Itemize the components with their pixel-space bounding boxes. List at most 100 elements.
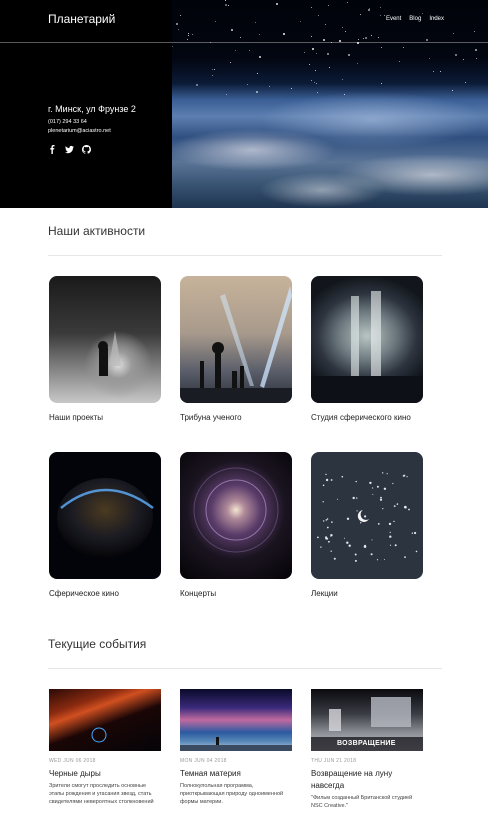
- constellation-star: [396, 503, 399, 505]
- constellation-star: [403, 474, 406, 477]
- star: [310, 79, 312, 81]
- constellation-star: [346, 541, 349, 544]
- constellation-star: [389, 531, 391, 533]
- email-link[interactable]: plenetarium@aciastro.net: [48, 128, 111, 134]
- site-title[interactable]: Планетарий: [48, 12, 115, 26]
- star: [179, 14, 181, 16]
- star: [475, 57, 477, 59]
- star: [176, 23, 179, 26]
- constellation-star: [376, 559, 379, 561]
- constellation-star: [394, 544, 397, 547]
- star: [473, 30, 475, 32]
- planet-image: [49, 452, 161, 579]
- moon-return-image: ВОЗВРАЩЕНИЕ: [311, 689, 423, 751]
- star: [239, 37, 241, 39]
- dome-studio-image: [311, 276, 423, 403]
- star: [344, 31, 346, 33]
- star: [225, 3, 228, 6]
- constellation-star: [411, 532, 414, 534]
- star: [227, 4, 229, 6]
- activity-card-lectures[interactable]: Лекции: [311, 452, 423, 600]
- concert-image: [180, 452, 292, 579]
- constellation-star: [325, 478, 329, 482]
- constellation-star: [370, 553, 373, 556]
- event-card[interactable]: WED JUN 06 2018 Черные дыры Зрители смог…: [49, 689, 161, 806]
- constellation-star: [355, 480, 357, 483]
- constellation-star: [371, 539, 373, 541]
- event-card[interactable]: ВОЗВРАЩЕНИЕ THU JUN 21 2018 Возвращение …: [311, 689, 423, 810]
- event-description: Зрители смогут проследить основные этапы…: [49, 783, 154, 805]
- dark-matter-image: [180, 689, 292, 751]
- github-icon[interactable]: [82, 145, 91, 154]
- constellation-star: [377, 523, 380, 525]
- star: [212, 69, 214, 71]
- constellation-star: [369, 481, 372, 485]
- nav-link-index[interactable]: Index: [429, 16, 444, 22]
- constellation-star: [352, 496, 355, 500]
- activity-card-spherical-cinema[interactable]: Сферическое кино: [49, 452, 161, 600]
- activities-heading: Наши активности: [48, 224, 146, 238]
- twitter-icon[interactable]: [65, 145, 74, 154]
- nav-link-blog[interactable]: Blog: [409, 16, 421, 22]
- star: [172, 46, 174, 48]
- star: [341, 26, 343, 28]
- constellation-star: [389, 544, 392, 546]
- phone: (017) 294 33 64: [48, 119, 87, 125]
- constellation-star: [343, 537, 345, 539]
- star: [211, 75, 213, 77]
- projects-image: [49, 276, 161, 403]
- event-title[interactable]: Темная материя: [180, 768, 292, 780]
- star: [341, 78, 343, 80]
- social-links: [48, 145, 91, 154]
- constellation-star: [363, 545, 367, 548]
- constellation-star: [330, 550, 332, 552]
- nav-link-event[interactable]: Event: [386, 16, 401, 22]
- activity-card-tribune[interactable]: Трибуна ученого: [180, 276, 292, 424]
- earth-from-space-image: [172, 0, 488, 208]
- facebook-icon[interactable]: [48, 145, 57, 154]
- event-card[interactable]: MON JUN 04 2018 Темная материя Полнокупо…: [180, 689, 292, 806]
- star: [316, 82, 318, 84]
- constellation-star: [317, 536, 319, 539]
- header-divider: [0, 42, 488, 43]
- star: [256, 90, 259, 93]
- constellation-star: [393, 505, 396, 507]
- event-date: MON JUN 04 2018: [180, 758, 227, 764]
- constellation-star: [360, 522, 362, 524]
- activity-card-studio[interactable]: Студия сферического кино: [311, 276, 423, 424]
- address: г. Минск, ул Фрунзе 2: [48, 104, 136, 114]
- star: [276, 2, 279, 5]
- constellation-star: [325, 519, 328, 521]
- star: [462, 58, 464, 60]
- activity-label: Трибуна ученого: [180, 413, 242, 422]
- hero-header: Планетарий Event Blog Index г. Минск, ул…: [0, 0, 488, 208]
- star: [214, 68, 216, 70]
- star: [283, 33, 286, 36]
- event-title[interactable]: Черные дыры: [49, 768, 161, 780]
- star: [452, 32, 454, 34]
- constellation-star: [364, 515, 367, 518]
- star: [230, 62, 232, 64]
- star: [311, 7, 313, 9]
- constellation-star: [341, 475, 344, 478]
- star: [380, 82, 382, 84]
- activity-card-projects[interactable]: Наши проекты: [49, 276, 161, 424]
- star: [314, 82, 316, 84]
- star: [230, 28, 233, 31]
- activity-card-concerts[interactable]: Концерты: [180, 452, 292, 600]
- tribune-image: [180, 276, 292, 403]
- constellation-star: [325, 473, 327, 476]
- events-divider: [48, 668, 442, 669]
- star: [380, 14, 382, 16]
- star: [291, 87, 293, 89]
- constellation-image: [311, 452, 423, 579]
- star: [325, 23, 327, 25]
- star: [196, 83, 199, 86]
- star: [188, 35, 190, 37]
- event-title[interactable]: Возвращение на луну навсегда: [311, 768, 423, 792]
- star: [364, 36, 367, 39]
- constellation-star: [379, 498, 383, 501]
- constellation-star: [382, 472, 384, 474]
- star: [357, 62, 359, 64]
- black-hole-image: [49, 689, 161, 751]
